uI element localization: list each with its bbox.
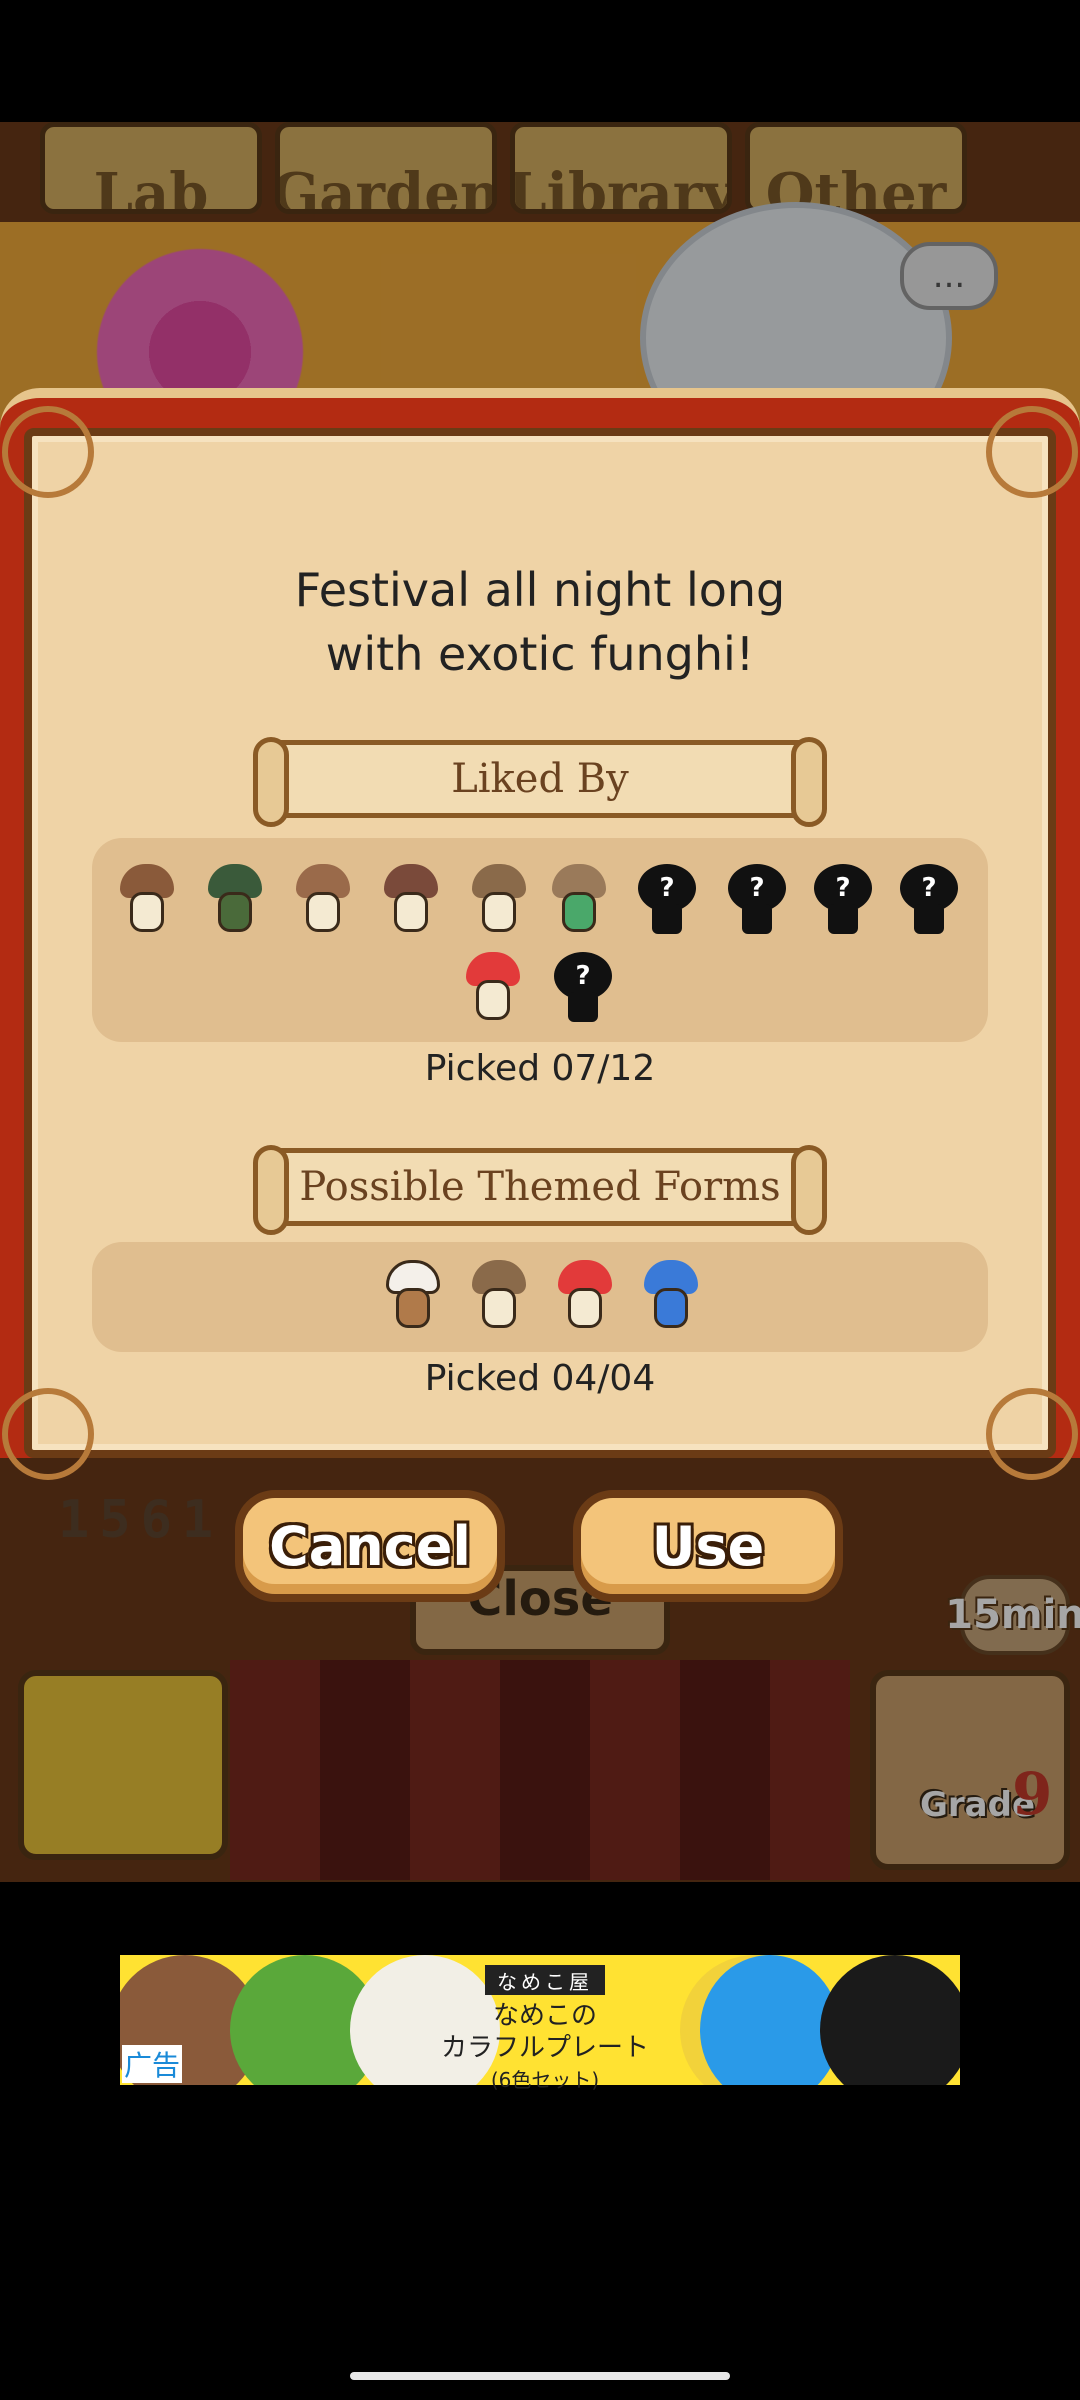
ad-brand: なめこ屋 <box>485 1965 605 1995</box>
themed-forms-picked-count: Picked 04/04 <box>424 1358 656 1399</box>
mushroom-character-icon[interactable] <box>554 1260 616 1330</box>
cancel-button-label: Cancel <box>269 1514 471 1578</box>
liked-by-panel: ? ? ? ? ? <box>92 838 988 1042</box>
corner-ornament-icon <box>2 1388 94 1480</box>
mushroom-character-icon[interactable] <box>204 864 266 934</box>
corner-ornament-icon <box>986 1388 1078 1480</box>
unknown-character-icon[interactable]: ? <box>552 952 614 1022</box>
home-indicator[interactable] <box>350 2372 730 2380</box>
dialog-title-line1: Festival all night long <box>294 563 786 617</box>
unknown-character-icon[interactable]: ? <box>898 864 960 934</box>
mushroom-character-icon[interactable] <box>380 864 442 934</box>
mushroom-character-icon[interactable] <box>116 864 178 934</box>
corner-ornament-icon <box>986 406 1078 498</box>
mushroom-character-icon[interactable] <box>292 864 354 934</box>
ad-text-line1: なめこの <box>492 2001 597 2031</box>
dialog-title-line2: with exotic funghi! <box>325 627 755 681</box>
plate-blue-icon <box>700 1955 840 2085</box>
use-button[interactable]: Use <box>573 1490 843 1602</box>
mushroom-character-icon[interactable] <box>382 1260 444 1330</box>
use-button-label: Use <box>651 1514 765 1578</box>
ad-label: 广告 <box>122 2045 182 2083</box>
liked-by-header-label: Liked By <box>451 756 629 802</box>
themed-forms-panel <box>92 1242 988 1352</box>
ad-text: なめこの カラフルプレート (6色セット) <box>430 2000 660 2096</box>
mushroom-character-icon[interactable] <box>640 1260 702 1330</box>
ad-text-line2: カラフルプレート <box>440 2033 649 2063</box>
themed-forms-header-label: Possible Themed Forms <box>299 1164 781 1210</box>
dialog-title: Festival all night long with exotic fung… <box>0 558 1080 686</box>
ad-text-line3: (6色セット) <box>490 2068 600 2092</box>
plate-black-icon <box>820 1955 960 2085</box>
corner-ornament-icon <box>2 406 94 498</box>
mushroom-character-icon[interactable] <box>548 864 610 934</box>
unknown-character-icon[interactable]: ? <box>812 864 874 934</box>
mushroom-character-icon[interactable] <box>468 1260 530 1330</box>
mushroom-character-icon[interactable] <box>462 952 524 1022</box>
unknown-character-icon[interactable]: ? <box>726 864 788 934</box>
liked-by-picked-count: Picked 07/12 <box>424 1048 656 1089</box>
mushroom-character-icon[interactable] <box>468 864 530 934</box>
cancel-button[interactable]: Cancel <box>235 1490 505 1602</box>
unknown-character-icon[interactable]: ? <box>636 864 698 934</box>
liked-by-header: Liked By <box>253 737 827 827</box>
themed-forms-header: Possible Themed Forms <box>253 1145 827 1235</box>
